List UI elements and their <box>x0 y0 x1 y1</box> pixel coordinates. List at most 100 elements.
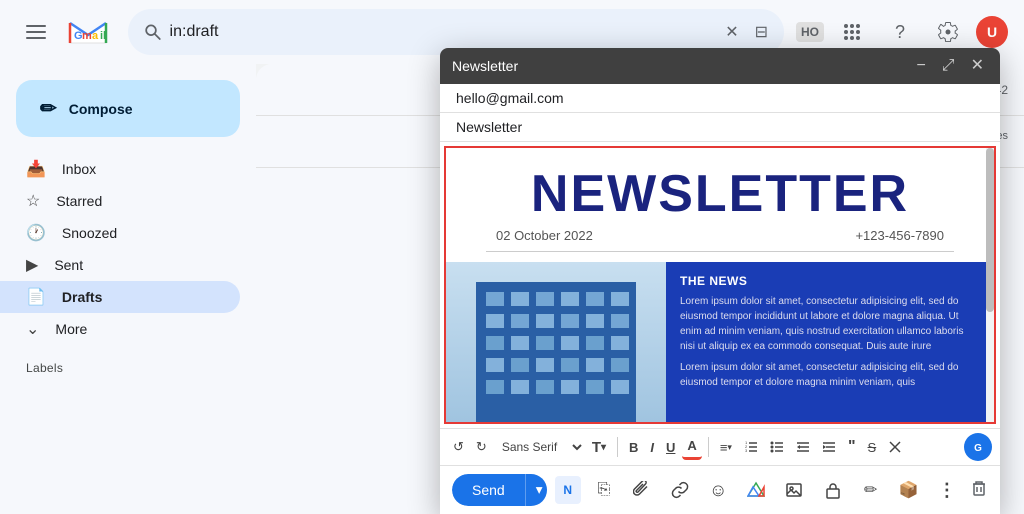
newsletter-meta: 02 October 2022 +123-456-7890 <box>486 228 954 243</box>
toolbar-user-avatar[interactable]: G <box>964 433 992 461</box>
svg-text:G: G <box>974 443 982 454</box>
scrollbar-thumb[interactable] <box>986 148 994 312</box>
compose-pen-icon: ✏ <box>40 96 57 121</box>
sidebar-item-label: Starred <box>56 193 102 209</box>
sidebar-item-inbox[interactable]: 📥 Inbox <box>0 153 240 185</box>
more-options-icon[interactable]: ⋮ <box>932 474 962 506</box>
compose-subject-value[interactable]: Newsletter <box>456 119 522 135</box>
italic-button[interactable]: I <box>645 436 659 459</box>
google-apps-icon[interactable] <box>832 12 872 52</box>
sidebar-item-drafts[interactable]: 📄 Drafts <box>0 281 240 313</box>
sidebar-labels-heading: Labels <box>0 345 256 379</box>
close-button[interactable]: ✕ <box>967 56 988 76</box>
sidebar-more-button[interactable]: ⌄ More <box>0 313 256 345</box>
svg-text:m: m <box>82 30 92 42</box>
drafts-icon: 📄 <box>26 287 46 307</box>
send-dropdown-button[interactable]: ▾ <box>525 474 547 506</box>
sidebar-item-snoozed[interactable]: 🕐 Snoozed <box>0 217 240 249</box>
undo-button[interactable]: ↺ <box>448 435 469 459</box>
newsletter-image <box>446 262 666 422</box>
inbox-icon: 📥 <box>26 159 46 179</box>
gmail-logo: G m a il <box>68 17 108 47</box>
newsletter-content: NEWSLETTER 02 October 2022 +123-456-7890 <box>446 148 994 422</box>
toolbar-separator <box>708 437 709 457</box>
compose-label: Compose <box>69 101 133 117</box>
decrease-indent-button[interactable] <box>791 436 815 458</box>
compose-subject-row: Newsletter <box>440 113 1000 142</box>
newsletter-section-title: THE NEWS <box>680 274 980 288</box>
newsletter-date: 02 October 2022 <box>496 228 593 243</box>
font-family-select[interactable]: Sans Serif Serif Monospace <box>494 437 585 457</box>
user-avatar[interactable]: U <box>976 16 1008 48</box>
newsletter-divider <box>486 251 954 252</box>
class-icon[interactable]: HO <box>796 22 824 42</box>
sidebar-item-sent[interactable]: ▶ Sent <box>0 249 240 281</box>
dropbox-icon[interactable]: 📦 <box>894 474 924 506</box>
sidebar-item-label: Snoozed <box>62 225 117 241</box>
compose-dialog: Newsletter − ⤢ ✕ hello@gmail.com Newslet… <box>440 48 1000 514</box>
align-button[interactable]: ≡▾ <box>715 436 737 459</box>
n-extension-icon[interactable]: N <box>555 476 581 504</box>
toolbar-right: G <box>964 433 992 461</box>
send-button-group: Send ▾ <box>452 474 547 506</box>
toolbar-separator <box>617 437 618 457</box>
sidebar-item-label: Inbox <box>62 161 96 177</box>
attach-file-icon[interactable] <box>627 474 657 506</box>
minimize-button[interactable]: − <box>912 56 929 76</box>
delete-compose-button[interactable] <box>970 479 988 502</box>
svg-text:3: 3 <box>745 448 748 453</box>
search-input[interactable] <box>170 23 718 41</box>
svg-text:il: il <box>100 30 106 42</box>
font-color-button[interactable]: A <box>682 434 701 460</box>
numbered-list-button[interactable]: 1 2 3 <box>739 436 763 458</box>
bulleted-list-button[interactable] <box>765 436 789 458</box>
settings-icon[interactable] <box>928 12 968 52</box>
copy-icon[interactable]: ⎘ <box>589 474 619 506</box>
redo-button[interactable]: ↻ <box>471 435 492 459</box>
compose-button[interactable]: ✏ Compose <box>16 80 240 137</box>
send-button[interactable]: Send <box>452 474 525 506</box>
compose-to-value[interactable]: hello@gmail.com <box>456 90 564 106</box>
snoozed-icon: 🕐 <box>26 223 46 243</box>
sidebar: ✏ Compose 📥 Inbox ☆ Starred 🕐 Snoozed ▶ … <box>0 64 256 514</box>
compose-header-actions: − ⤢ ✕ <box>912 56 988 76</box>
sidebar-more-label: More <box>55 321 87 337</box>
compose-to-row: hello@gmail.com <box>440 84 1000 113</box>
lock-icon[interactable] <box>818 474 848 506</box>
underline-button[interactable]: U <box>661 436 680 459</box>
compose-toolbar: ↺ ↻ Sans Serif Serif Monospace T▾ B I U … <box>440 428 1000 465</box>
maximize-button[interactable]: ⤢ <box>938 56 959 76</box>
scrollbar[interactable] <box>986 148 994 422</box>
compose-actions: Send ▾ N ⎘ ☺ ✏ 📦 ⋮ <box>440 465 1000 514</box>
compose-actions-right <box>970 479 988 502</box>
bold-button[interactable]: B <box>624 436 643 459</box>
sidebar-item-starred[interactable]: ☆ Starred <box>0 185 240 217</box>
drive-icon[interactable] <box>741 474 771 506</box>
star-icon: ☆ <box>26 191 40 211</box>
font-size-button[interactable]: T▾ <box>587 435 611 460</box>
help-icon[interactable]: ? <box>880 12 920 52</box>
emoji-icon[interactable]: ☺ <box>703 474 733 506</box>
svg-text:a: a <box>92 30 99 42</box>
blockquote-button[interactable]: " <box>843 434 861 460</box>
newsletter-title: NEWSLETTER <box>486 168 954 220</box>
clear-search-icon[interactable]: ✕ <box>725 22 738 42</box>
hamburger-menu-button[interactable] <box>16 12 56 52</box>
search-icon <box>144 22 162 42</box>
increase-indent-button[interactable] <box>817 436 841 458</box>
newsletter-body-text-2: Lorem ipsum dolor sit amet, consectetur … <box>680 360 980 390</box>
compose-body[interactable]: NEWSLETTER 02 October 2022 +123-456-7890 <box>444 146 996 424</box>
chevron-down-icon: ⌄ <box>26 319 39 339</box>
pencil-icon[interactable]: ✏ <box>856 474 886 506</box>
photo-icon[interactable] <box>779 474 809 506</box>
link-icon[interactable] <box>665 474 695 506</box>
newsletter-body-text: Lorem ipsum dolor sit amet, consectetur … <box>680 294 980 354</box>
newsletter-text-block: THE NEWS Lorem ipsum dolor sit amet, con… <box>666 262 994 422</box>
topbar-right-icons: HO ? U <box>796 12 1008 52</box>
filter-search-icon[interactable]: ⊟ <box>755 22 768 42</box>
strikethrough-button[interactable]: S <box>863 436 882 459</box>
sidebar-item-label: Drafts <box>62 289 102 305</box>
remove-format-button[interactable] <box>883 436 907 458</box>
sidebar-item-label: Sent <box>54 257 83 273</box>
newsletter-phone: +123-456-7890 <box>855 228 944 243</box>
